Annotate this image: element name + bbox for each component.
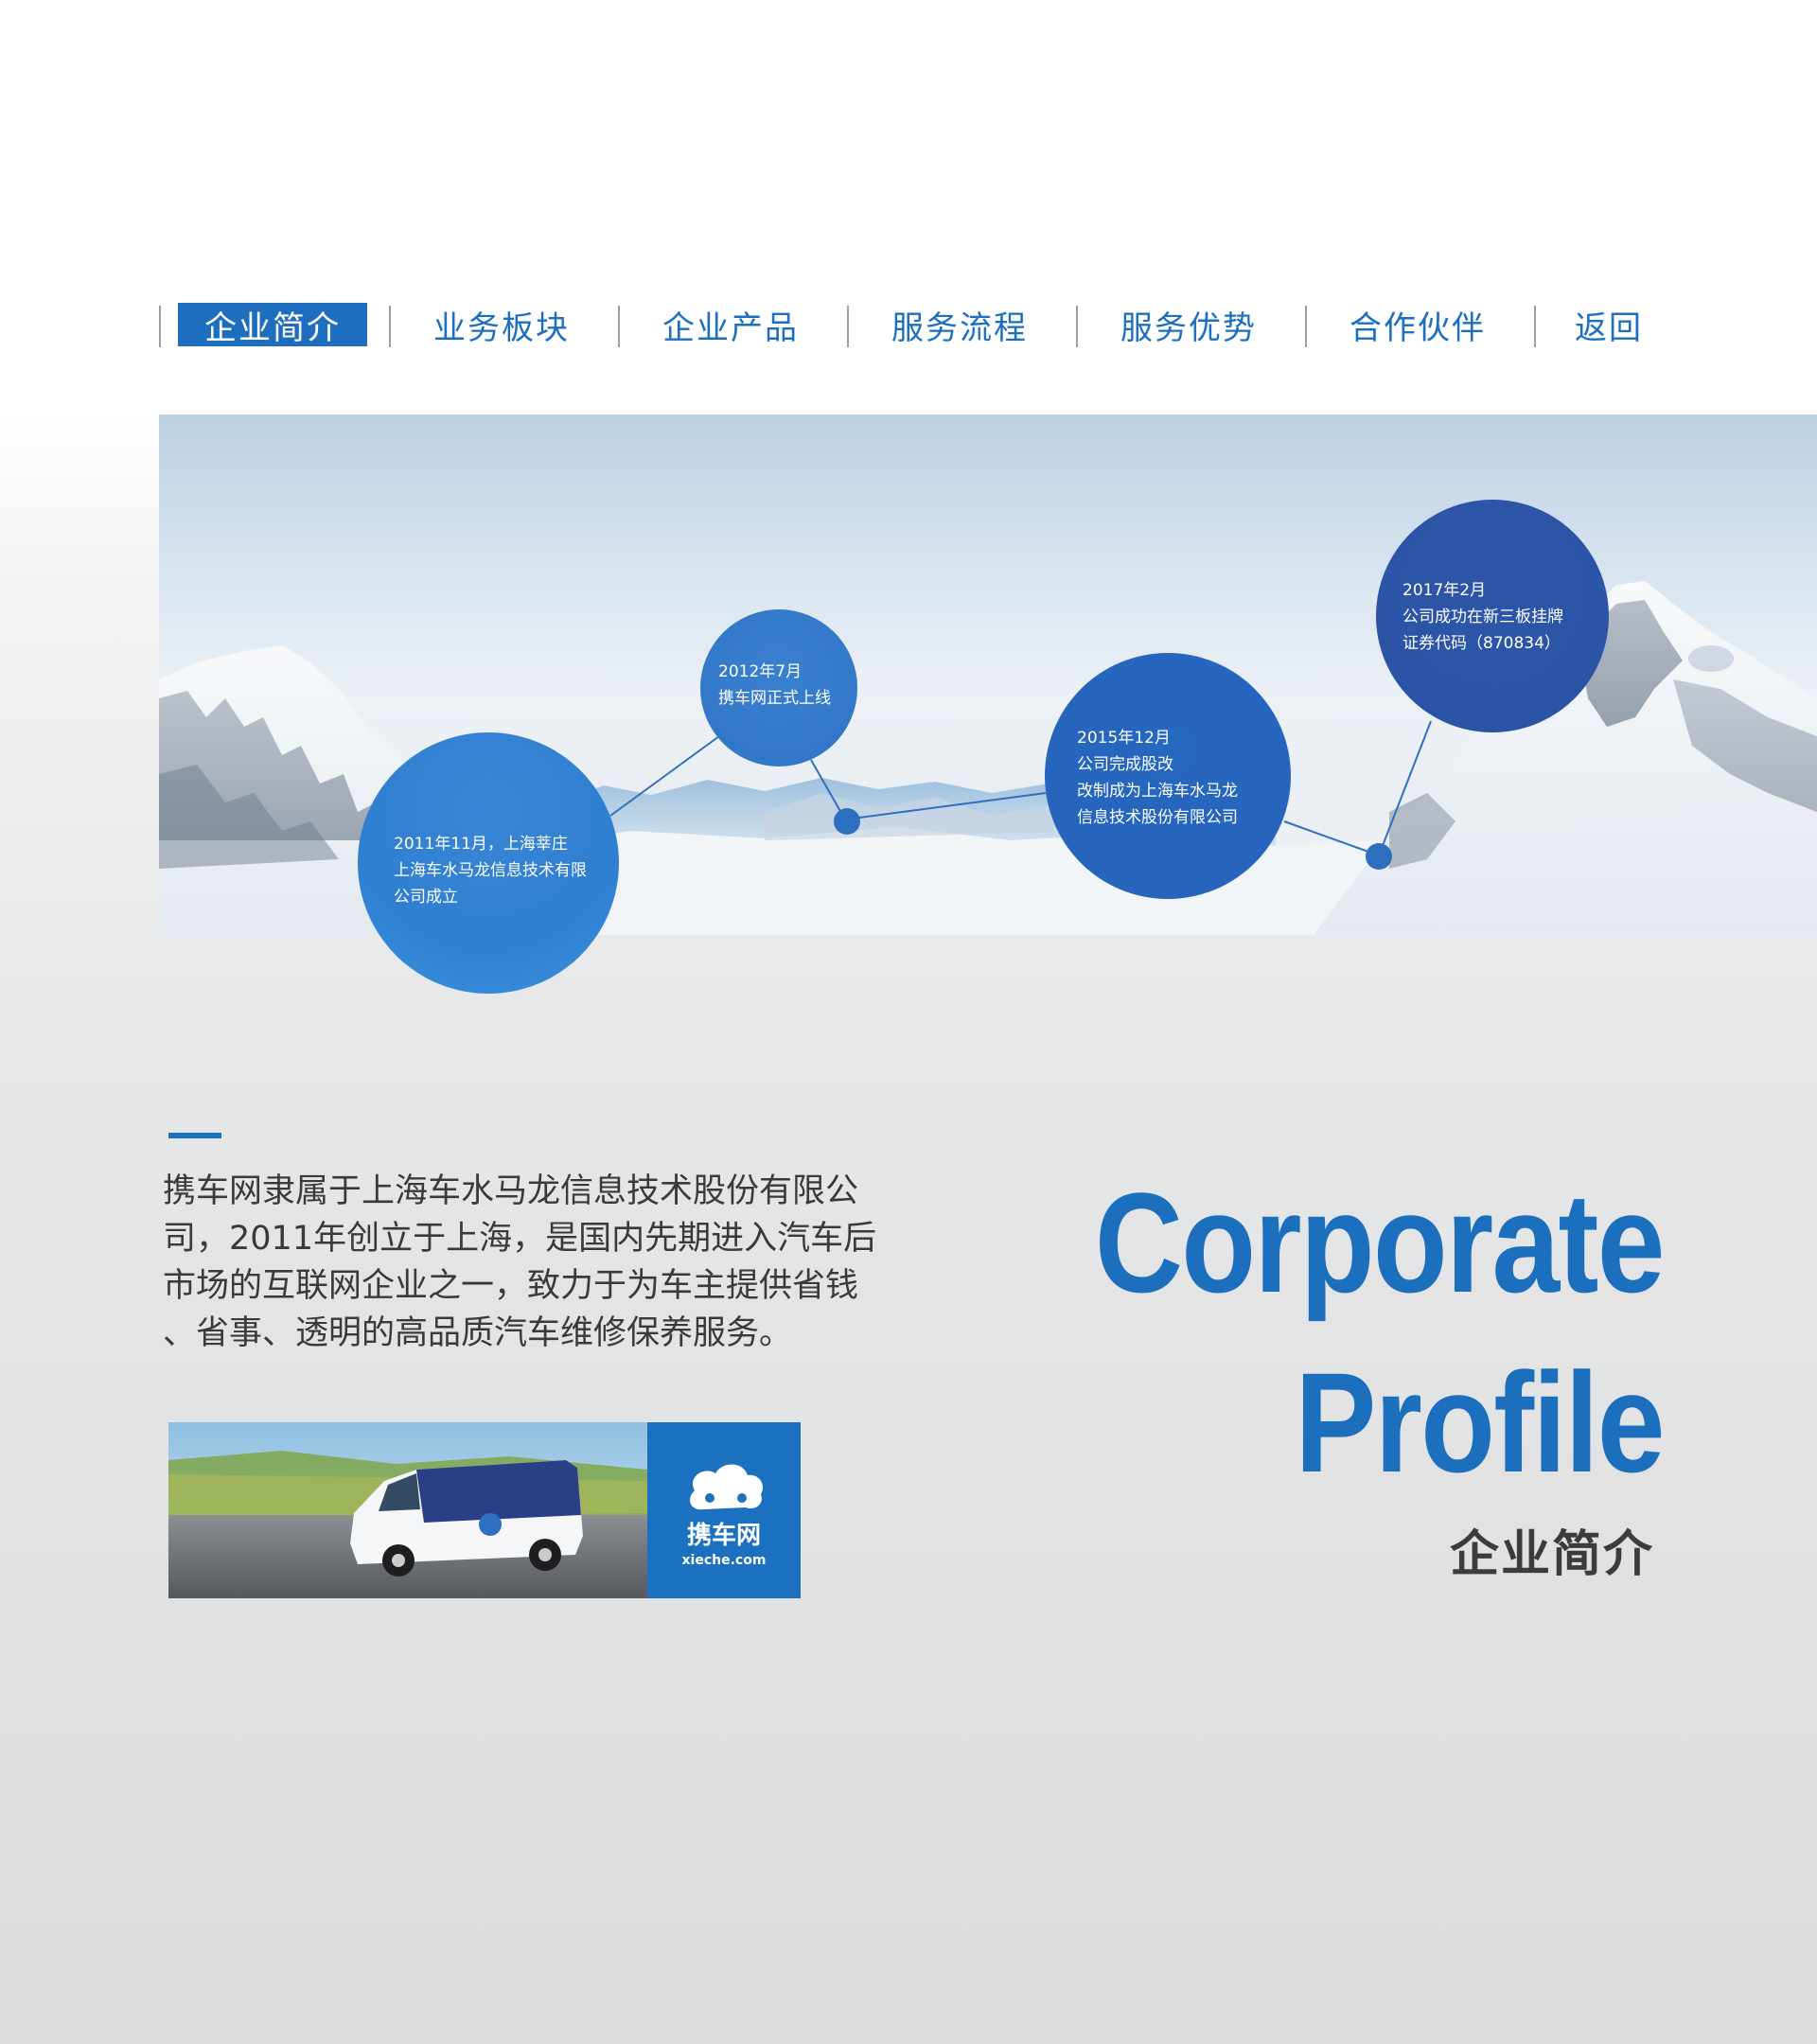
tab-partners[interactable]: 合作伙伴 (1323, 303, 1512, 347)
page-title-chinese: 企业简介 (1449, 1526, 1654, 1583)
tab-business-sectors[interactable]: 业务板块 (407, 303, 596, 347)
watermark-logo (1688, 645, 1734, 672)
timeline-bubble-2011: 2011年11月，上海莘庄 上海车水马龙信息技术有限 公司成立 (358, 732, 619, 994)
company-van-banner: 携车网 xieche.com (168, 1422, 801, 1598)
intro-line: 市场的互联网企业之一，致力于为车主提供省钱 (163, 1267, 859, 1305)
van-photo: 携车网 xieche.com (168, 1422, 801, 1598)
intro-line: 司，2011年创立于上海，是国内先期进入汽车后 (163, 1220, 877, 1258)
timeline-text: 证券代码（870834） (1402, 634, 1561, 653)
timeline-text: 上海车水马龙信息技术有限 (394, 861, 587, 880)
nav-divider (847, 306, 849, 347)
company-intro: 携车网隶属于上海车水马龙信息技术股份有限公 司，2011年创立于上海，是国内先期… (163, 1168, 996, 1357)
timeline-text: 2017年2月 (1402, 581, 1487, 600)
tab-service-process[interactable]: 服务流程 (865, 303, 1054, 347)
nav-divider (1076, 306, 1078, 347)
timeline-text: 公司完成股改 (1077, 755, 1173, 774)
logo-domain: xieche.com (682, 1553, 767, 1568)
tab-service-advantages[interactable]: 服务优势 (1094, 303, 1283, 347)
timeline-text: 2012年7月 (718, 662, 803, 681)
logo-wordmark: 携车网 (687, 1521, 761, 1550)
top-nav: 企业简介 业务板块 企业产品 服务流程 服务优势 合作伙伴 返回 (159, 303, 1673, 350)
logo-panel (647, 1422, 801, 1598)
nav-divider (1305, 306, 1307, 347)
accent-bar (168, 1133, 221, 1138)
nav-divider (389, 306, 391, 347)
tab-products[interactable]: 企业产品 (636, 303, 825, 347)
nav-divider (159, 306, 161, 347)
nav-divider (618, 306, 620, 347)
nav-divider (1534, 306, 1536, 347)
back-link[interactable]: 返回 (1552, 303, 1666, 347)
intro-line: 、省事、透明的高品质汽车维修保养服务。 (163, 1314, 793, 1352)
timeline-bubble-2015: 2015年12月 公司完成股改 改制成为上海车水马龙 信息技术股份有限公司 (1045, 653, 1291, 899)
timeline-text: 携车网正式上线 (718, 689, 831, 708)
timeline-text: 信息技术股份有限公司 (1077, 808, 1238, 827)
timeline-bubble-2017: 2017年2月 公司成功在新三板挂牌 证券代码（870834） (1376, 500, 1609, 732)
timeline-text: 公司成立 (394, 888, 458, 907)
timeline-dot (834, 808, 860, 835)
timeline-text: 2015年12月 (1077, 729, 1171, 748)
title-line: Profile (1295, 1343, 1666, 1502)
timeline-text: 2011年11月，上海莘庄 (394, 835, 568, 854)
tab-company-profile[interactable]: 企业简介 (178, 303, 367, 347)
title-line: Corporate (1095, 1163, 1666, 1322)
timeline-dot (1366, 843, 1392, 870)
timeline-text: 公司成功在新三板挂牌 (1402, 608, 1563, 626)
timeline-text: 改制成为上海车水马龙 (1077, 782, 1238, 801)
page-title-english: Corporate Profile (1095, 1153, 1666, 1512)
intro-line: 携车网隶属于上海车水马龙信息技术股份有限公 (163, 1172, 859, 1210)
timeline-bubble-2012: 2012年7月 携车网正式上线 (700, 609, 857, 766)
